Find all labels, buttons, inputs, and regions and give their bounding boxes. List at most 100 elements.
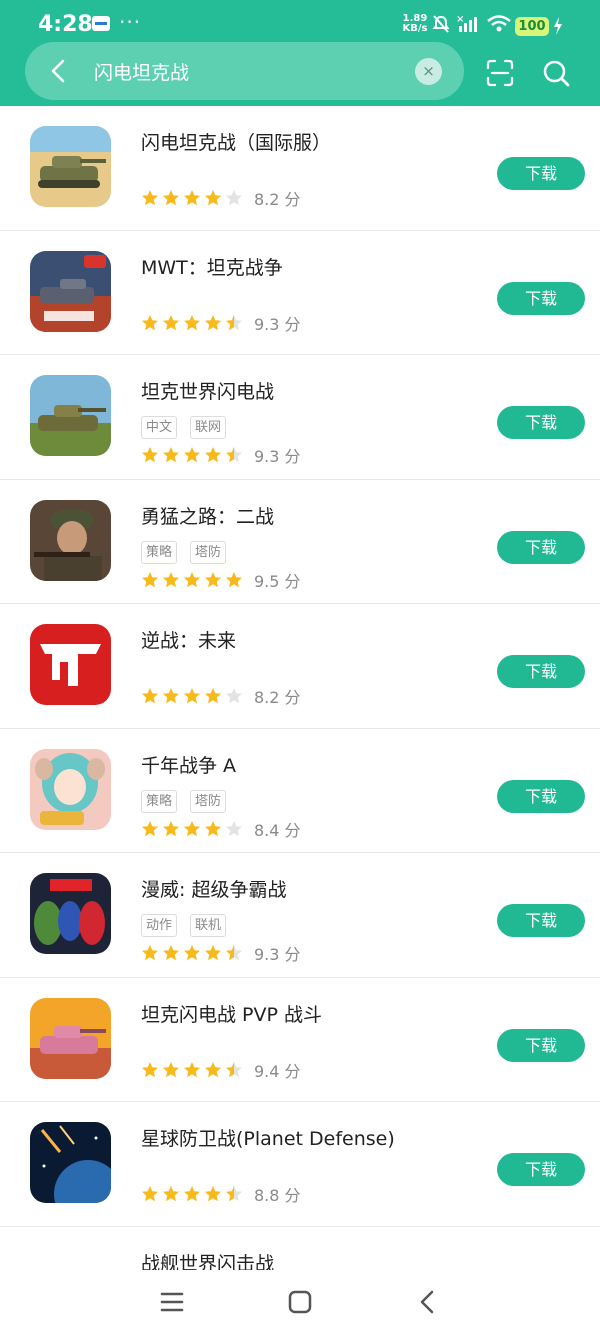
app-name[interactable]: 坦克闪电战 PVP 战斗 (141, 1000, 322, 1027)
app-list-item[interactable]: 星球防卫战(Planet Defense) 8.8 分 下载 (0, 1102, 600, 1227)
download-button[interactable]: 下载 (497, 281, 585, 315)
back-arrow-icon[interactable] (44, 56, 74, 86)
download-button[interactable]: 下载 (497, 406, 585, 439)
download-button[interactable]: 下载 (497, 530, 585, 564)
rating: 9.4 分 (141, 1058, 301, 1082)
star-rating (141, 1185, 243, 1203)
star-full-icon (163, 190, 179, 206)
tank-game-icon (30, 126, 111, 207)
search-input[interactable] (94, 56, 404, 86)
back-icon[interactable] (408, 1282, 448, 1322)
star-full-icon (163, 1061, 179, 1077)
battery-indicator: 100 (515, 17, 549, 36)
star-rating (141, 820, 243, 838)
app-name[interactable]: 坦克世界闪电战 (141, 377, 274, 404)
star-full-icon (142, 820, 158, 836)
world-of-tanks-icon (30, 375, 111, 456)
star-full-icon (226, 571, 242, 587)
star-full-icon (184, 1186, 200, 1202)
star-full-icon (184, 688, 200, 704)
star-full-icon (205, 571, 221, 587)
menu-icon[interactable] (152, 1282, 192, 1322)
rating: 9.3 分 (141, 443, 301, 467)
star-full-icon (205, 447, 221, 463)
rating: 9.3 分 (141, 941, 301, 965)
app-name[interactable]: 逆战：未来 (141, 626, 236, 653)
star-full-icon (142, 1061, 158, 1077)
star-rating (141, 687, 243, 705)
app-list-item[interactable]: 千年战争 A 策略 塔防 8.4 分 下载 (0, 729, 600, 853)
star-half-icon (226, 945, 242, 961)
app-list-item[interactable]: 坦克闪电战 PVP 战斗 9.4 分 下载 (0, 978, 600, 1102)
star-empty-icon (226, 190, 242, 206)
star-full-icon (205, 1061, 221, 1077)
app-name[interactable]: 闪电坦克战（国际服） (141, 128, 331, 155)
app-name[interactable]: 战舰世界闪击战 (141, 1249, 274, 1271)
star-rating (141, 446, 243, 464)
star-rating (141, 1061, 243, 1079)
rating-score: 8.4 分 (254, 820, 301, 840)
app-list-item[interactable]: 勇猛之路：二战 策略 塔防 9.5 分 下载 (0, 480, 600, 604)
tag: 塔防 (190, 789, 227, 813)
star-full-icon (142, 447, 158, 463)
star-half-icon (226, 447, 242, 463)
mwt-game-icon (30, 250, 111, 332)
app-list-item[interactable]: 逆战：未来 8.2 分 下载 (0, 604, 600, 729)
app-name[interactable]: 千年战争 A (141, 751, 236, 778)
scan-icon[interactable] (485, 58, 515, 88)
star-empty-icon (226, 820, 242, 836)
app-list-item[interactable]: MWT：坦克战争 9.3 分 下载 (0, 231, 600, 355)
star-full-icon (205, 1186, 221, 1202)
star-full-icon (142, 571, 158, 587)
download-button[interactable]: 下载 (497, 779, 585, 813)
rating: 9.3 分 (141, 311, 301, 335)
download-button[interactable]: 下载 (497, 904, 585, 937)
tank-pvp-game-icon (30, 997, 111, 1079)
nizhan-game-icon (30, 624, 111, 705)
search-icon[interactable] (541, 58, 571, 88)
tag-list: 策略 塔防 (141, 789, 227, 813)
status-time: 4:28 (38, 12, 93, 37)
download-button[interactable]: 下载 (497, 157, 585, 190)
rating-score: 9.4 分 (254, 1061, 301, 1081)
star-full-icon (205, 688, 221, 704)
rating-score: 8.2 分 (254, 688, 301, 707)
star-full-icon (163, 688, 179, 704)
star-full-icon (184, 314, 200, 330)
download-button[interactable]: 下载 (497, 1153, 585, 1186)
app-name[interactable]: 星球防卫战(Planet Defense) (141, 1124, 395, 1151)
tag-list: 策略 塔防 (141, 540, 227, 564)
app-list-item[interactable]: 战舰世界闪击战 (0, 1227, 600, 1271)
star-full-icon (184, 571, 200, 587)
star-full-icon (184, 1061, 200, 1077)
app-name[interactable]: 漫威: 超级争霸战 (141, 875, 286, 902)
tag: 策略 (141, 540, 178, 564)
app-list-item[interactable]: 漫威: 超级争霸战 动作 联机 9.3 分 下载 (0, 853, 600, 978)
rating-score: 8.8 分 (254, 1186, 301, 1205)
app-list-item[interactable]: 坦克世界闪电战 中文 联网 9.3 分 下载 (0, 355, 600, 480)
tag: 联机 (190, 914, 227, 937)
wallet-icon (92, 16, 110, 31)
star-full-icon (163, 1186, 179, 1202)
wifi-icon (487, 15, 511, 32)
star-half-icon (226, 314, 242, 330)
clear-search-button[interactable]: × (415, 58, 442, 85)
search-results-list[interactable]: 闪电坦克战（国际服） 8.2 分 下载 MWT：坦克战争 9.3 分 下载 坦克… (0, 106, 600, 1270)
star-full-icon (142, 190, 158, 206)
rating-score: 9.5 分 (254, 571, 301, 591)
header: 4:28 ··· 1.89 KB/s × 100 × (0, 0, 600, 106)
tag: 塔防 (190, 540, 227, 564)
app-list-item[interactable]: 闪电坦克战（国际服） 8.2 分 下载 (0, 106, 600, 231)
star-full-icon (142, 688, 158, 704)
app-name[interactable]: MWT：坦克战争 (141, 253, 283, 280)
network-speed: 1.89 KB/s (402, 13, 428, 34)
soldier-game-icon (30, 499, 111, 581)
home-icon[interactable] (280, 1282, 320, 1322)
app-name[interactable]: 勇猛之路：二战 (141, 502, 274, 529)
star-full-icon (205, 820, 221, 836)
tag-list: 动作 联机 (141, 914, 227, 937)
download-button[interactable]: 下载 (497, 1028, 585, 1062)
tag: 联网 (190, 416, 227, 439)
download-button[interactable]: 下载 (497, 655, 585, 688)
star-half-icon (226, 1186, 242, 1202)
